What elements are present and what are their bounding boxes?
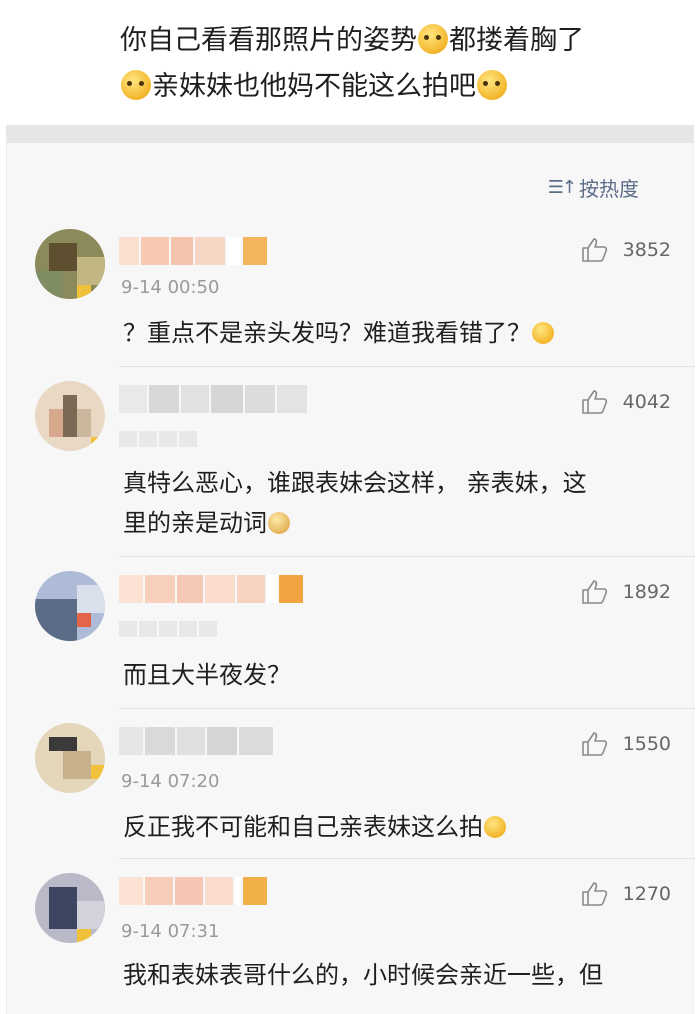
- post-text-line2: 亲妹妹也他妈不能这么拍吧: [152, 71, 476, 102]
- avatar[interactable]: [35, 571, 105, 641]
- sort-order-icon: ☰↑: [547, 177, 577, 198]
- comment-text-content: ？重点不是亲头发吗？难道我看错了？: [123, 319, 531, 347]
- username-blurred[interactable]: [119, 385, 307, 413]
- comment-text: 而且大半夜发？: [123, 661, 291, 689]
- username-blurred[interactable]: [119, 575, 303, 603]
- thumbs-up-icon: [581, 732, 607, 756]
- like-count: 4042: [622, 391, 671, 413]
- like-button[interactable]: 4042: [581, 389, 671, 415]
- section-divider: [6, 125, 694, 143]
- thumbs-up-icon: [581, 882, 607, 906]
- post-text-line1b: 都搂着胸了: [449, 25, 584, 56]
- avatar[interactable]: [35, 723, 105, 793]
- comment-item: 1892 而且大半夜发？: [7, 557, 695, 709]
- username-blurred[interactable]: [119, 877, 267, 905]
- thinking-emoji-icon: [121, 70, 151, 100]
- thumbs-up-icon: [581, 238, 607, 262]
- thinking-emoji-icon: [477, 70, 507, 100]
- avatar[interactable]: [35, 229, 105, 299]
- like-button[interactable]: 1550: [581, 731, 671, 757]
- comment-item: 9-14 07:20 1550 反正我不可能和自己亲表妹这么拍: [7, 709, 695, 859]
- post-text-line1: 你自己看看那照片的姿势: [120, 25, 417, 56]
- comment-text: ？重点不是亲头发吗？难道我看错了？: [123, 313, 671, 353]
- comment-text: 我和表妹表哥什么的，小时候会亲近一些，但: [123, 961, 603, 989]
- avatar[interactable]: [35, 381, 105, 451]
- comment-item: 9-14 07:31 1270 我和表妹表哥什么的，小时候会亲近一些，但: [7, 859, 695, 1014]
- like-count: 1892: [622, 581, 671, 603]
- like-button[interactable]: 1270: [581, 881, 671, 907]
- like-count: 3852: [622, 239, 671, 261]
- laughing-crying-emoji-icon: [532, 322, 554, 344]
- comment-text: 真特么恶心，谁跟表妹会这样， 亲表妹，这 里的亲是动词: [123, 463, 671, 543]
- comment-item: 9-14 00:50 3852 ？重点不是亲头发吗？难道我看错了？: [7, 215, 695, 367]
- comment-item: 4042 真特么恶心，谁跟表妹会这样， 亲表妹，这 里的亲是动词: [7, 367, 695, 557]
- thumbs-up-icon: [581, 580, 607, 604]
- username-blurred[interactable]: [119, 727, 273, 755]
- comments-panel: ☰↑ 按热度 9-14 00:50 3852 ？重点不是亲头发吗？难道我看错了？: [6, 143, 695, 1014]
- like-button[interactable]: 1892: [581, 579, 671, 605]
- comment-text-line1: 真特么恶心，谁跟表妹会这样， 亲表妹，这: [123, 469, 587, 497]
- like-button[interactable]: 3852: [581, 237, 671, 263]
- sort-label: 按热度: [579, 177, 639, 201]
- comment-time-blurred: [119, 431, 197, 447]
- thinking-emoji-icon: [418, 24, 448, 54]
- thumbs-up-icon: [581, 390, 607, 414]
- comment-text: 反正我不可能和自己亲表妹这么拍: [123, 807, 671, 847]
- username-blurred[interactable]: [119, 237, 267, 265]
- doge-emoji-icon: [268, 512, 290, 534]
- laughing-crying-emoji-icon: [484, 816, 506, 838]
- comment-time-blurred: [119, 621, 217, 637]
- comment-time: 9-14 07:20: [121, 771, 220, 792]
- sort-by-hot-button[interactable]: ☰↑ 按热度: [548, 173, 639, 202]
- post-content: 你自己看看那照片的姿势 都搂着胸了 亲妹妹也他妈不能这么拍吧: [0, 0, 700, 125]
- comment-text-content: 反正我不可能和自己亲表妹这么拍: [123, 813, 483, 841]
- comment-text-line2: 里的亲是动词: [123, 509, 267, 537]
- comment-time: 9-14 00:50: [121, 277, 220, 298]
- comment-time: 9-14 07:31: [121, 921, 220, 942]
- post-text: 你自己看看那照片的姿势 都搂着胸了 亲妹妹也他妈不能这么拍吧: [120, 18, 680, 110]
- like-count: 1550: [622, 733, 671, 755]
- like-count: 1270: [622, 883, 671, 905]
- avatar[interactable]: [35, 873, 105, 943]
